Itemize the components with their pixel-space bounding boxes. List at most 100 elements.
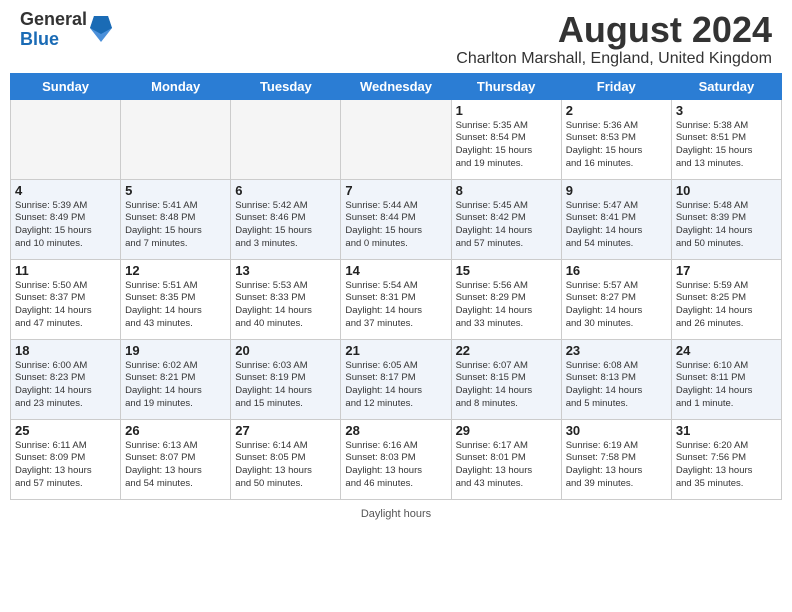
day-number: 20	[235, 343, 336, 358]
table-row: 1 Sunrise: 5:35 AM Sunset: 8:54 PM Daylig…	[451, 99, 561, 179]
day-number: 10	[676, 183, 777, 198]
location-title: Charlton Marshall, England, United Kingd…	[112, 50, 772, 68]
day-info: Sunrise: 5:45 AM Sunset: 8:42 PM Dayligh…	[456, 200, 557, 251]
day-info: Sunrise: 6:19 AM Sunset: 7:58 PM Dayligh…	[566, 440, 667, 491]
day-info: Sunrise: 5:50 AM Sunset: 8:37 PM Dayligh…	[15, 280, 116, 331]
table-row: 28 Sunrise: 6:16 AM Sunset: 8:03 PM Dayli…	[341, 419, 451, 499]
header: General Blue August 2024 Charlton Marsha…	[0, 0, 792, 73]
day-info: Sunrise: 5:53 AM Sunset: 8:33 PM Dayligh…	[235, 280, 336, 331]
header-friday: Friday	[561, 73, 671, 99]
day-number: 26	[125, 423, 226, 438]
day-info: Sunrise: 5:56 AM Sunset: 8:29 PM Dayligh…	[456, 280, 557, 331]
day-number: 15	[456, 263, 557, 278]
header-sunday: Sunday	[11, 73, 121, 99]
logo-blue-text: Blue	[20, 29, 59, 49]
day-number: 4	[15, 183, 116, 198]
table-row: 9Sunrise: 5:47 AM Sunset: 8:41 PM Daylig…	[561, 179, 671, 259]
day-info: Sunrise: 6:00 AM Sunset: 8:23 PM Dayligh…	[15, 360, 116, 411]
calendar-week-row: 1 Sunrise: 5:35 AM Sunset: 8:54 PM Daylig…	[11, 99, 782, 179]
day-info: Sunrise: 5:51 AM Sunset: 8:35 PM Dayligh…	[125, 280, 226, 331]
daylight-label: Daylight hours	[361, 508, 431, 520]
table-row: 30 Sunrise: 6:19 AM Sunset: 7:58 PM Dayli…	[561, 419, 671, 499]
day-number: 13	[235, 263, 336, 278]
day-number: 11	[15, 263, 116, 278]
day-number: 18	[15, 343, 116, 358]
table-row: 5Sunrise: 5:41 AM Sunset: 8:48 PM Daylig…	[121, 179, 231, 259]
table-row: 2Sunrise: 5:36 AM Sunset: 8:53 PM Daylig…	[561, 99, 671, 179]
table-row: 10Sunrise: 5:48 AM Sunset: 8:39 PM Dayli…	[671, 179, 781, 259]
logo-general-text: General	[20, 9, 87, 29]
day-number: 22	[456, 343, 557, 358]
table-row: 20Sunrise: 6:03 AM Sunset: 8:19 PM Dayli…	[231, 339, 341, 419]
table-row: 22Sunrise: 6:07 AM Sunset: 8:15 PM Dayli…	[451, 339, 561, 419]
calendar-table: Sunday Monday Tuesday Wednesday Thursday…	[10, 73, 782, 500]
table-row: 7Sunrise: 5:44 AM Sunset: 8:44 PM Daylig…	[341, 179, 451, 259]
calendar-week-row: 25Sunrise: 6:11 AM Sunset: 8:09 PM Dayli…	[11, 419, 782, 499]
header-thursday: Thursday	[451, 73, 561, 99]
day-number: 16	[566, 263, 667, 278]
calendar-week-row: 11 Sunrise: 5:50 AM Sunset: 8:37 PM Dayli…	[11, 259, 782, 339]
day-number: 1	[456, 103, 557, 118]
day-number: 3	[676, 103, 777, 118]
table-row: 16 Sunrise: 5:57 AM Sunset: 8:27 PM Dayli…	[561, 259, 671, 339]
day-number: 21	[345, 343, 446, 358]
header-tuesday: Tuesday	[231, 73, 341, 99]
day-number: 6	[235, 183, 336, 198]
day-info: Sunrise: 5:54 AM Sunset: 8:31 PM Dayligh…	[345, 280, 446, 331]
day-number: 31	[676, 423, 777, 438]
day-info: Sunrise: 5:59 AM Sunset: 8:25 PM Dayligh…	[676, 280, 777, 331]
day-info: Sunrise: 6:16 AM Sunset: 8:03 PM Dayligh…	[345, 440, 446, 491]
month-title: August 2024	[112, 10, 772, 50]
logo: General Blue	[20, 10, 112, 50]
table-row	[341, 99, 451, 179]
table-row: 12 Sunrise: 5:51 AM Sunset: 8:35 PM Dayli…	[121, 259, 231, 339]
day-info: Sunrise: 5:39 AM Sunset: 8:49 PM Dayligh…	[15, 200, 116, 251]
day-info: Sunrise: 6:14 AM Sunset: 8:05 PM Dayligh…	[235, 440, 336, 491]
day-info: Sunrise: 6:13 AM Sunset: 8:07 PM Dayligh…	[125, 440, 226, 491]
table-row: 18 Sunrise: 6:00 AM Sunset: 8:23 PM Dayli…	[11, 339, 121, 419]
table-row: 6Sunrise: 5:42 AM Sunset: 8:46 PM Daylig…	[231, 179, 341, 259]
day-number: 7	[345, 183, 446, 198]
day-number: 25	[15, 423, 116, 438]
day-info: Sunrise: 6:05 AM Sunset: 8:17 PM Dayligh…	[345, 360, 446, 411]
header-monday: Monday	[121, 73, 231, 99]
day-number: 12	[125, 263, 226, 278]
day-number: 27	[235, 423, 336, 438]
day-number: 23	[566, 343, 667, 358]
day-number: 14	[345, 263, 446, 278]
calendar-container: Sunday Monday Tuesday Wednesday Thursday…	[0, 73, 792, 505]
header-wednesday: Wednesday	[341, 73, 451, 99]
day-number: 29	[456, 423, 557, 438]
day-number: 30	[566, 423, 667, 438]
table-row: 14 Sunrise: 5:54 AM Sunset: 8:31 PM Dayli…	[341, 259, 451, 339]
table-row: 21 Sunrise: 6:05 AM Sunset: 8:17 PM Dayli…	[341, 339, 451, 419]
header-saturday: Saturday	[671, 73, 781, 99]
table-row: 31 Sunrise: 6:20 AM Sunset: 7:56 PM Dayli…	[671, 419, 781, 499]
day-number: 5	[125, 183, 226, 198]
day-info: Sunrise: 6:20 AM Sunset: 7:56 PM Dayligh…	[676, 440, 777, 491]
table-row: 25Sunrise: 6:11 AM Sunset: 8:09 PM Dayli…	[11, 419, 121, 499]
day-number: 8	[456, 183, 557, 198]
logo-icon	[90, 14, 112, 42]
day-number: 28	[345, 423, 446, 438]
table-row: 24Sunrise: 6:10 AM Sunset: 8:11 PM Dayli…	[671, 339, 781, 419]
table-row: 4 Sunrise: 5:39 AM Sunset: 8:49 PM Daylig…	[11, 179, 121, 259]
calendar-header-row: Sunday Monday Tuesday Wednesday Thursday…	[11, 73, 782, 99]
table-row: 26 Sunrise: 6:13 AM Sunset: 8:07 PM Dayli…	[121, 419, 231, 499]
day-info: Sunrise: 6:08 AM Sunset: 8:13 PM Dayligh…	[566, 360, 667, 411]
table-row: 11 Sunrise: 5:50 AM Sunset: 8:37 PM Dayli…	[11, 259, 121, 339]
day-number: 19	[125, 343, 226, 358]
table-row	[121, 99, 231, 179]
table-row: 17 Sunrise: 5:59 AM Sunset: 8:25 PM Dayli…	[671, 259, 781, 339]
table-row	[231, 99, 341, 179]
table-row: 13 Sunrise: 5:53 AM Sunset: 8:33 PM Dayli…	[231, 259, 341, 339]
table-row: 3Sunrise: 5:38 AM Sunset: 8:51 PM Daylig…	[671, 99, 781, 179]
table-row: 19Sunrise: 6:02 AM Sunset: 8:21 PM Dayli…	[121, 339, 231, 419]
table-row: 8 Sunrise: 5:45 AM Sunset: 8:42 PM Daylig…	[451, 179, 561, 259]
day-info: Sunrise: 5:57 AM Sunset: 8:27 PM Dayligh…	[566, 280, 667, 331]
footer-note: Daylight hours	[0, 505, 792, 523]
day-info: Sunrise: 6:17 AM Sunset: 8:01 PM Dayligh…	[456, 440, 557, 491]
day-number: 9	[566, 183, 667, 198]
day-info: Sunrise: 5:35 AM Sunset: 8:54 PM Dayligh…	[456, 120, 557, 171]
day-number: 17	[676, 263, 777, 278]
